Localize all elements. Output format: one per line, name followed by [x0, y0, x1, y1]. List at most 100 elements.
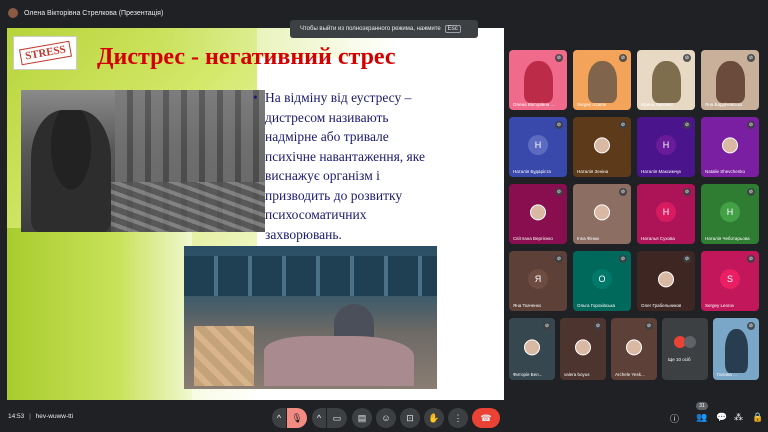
- participant-tile[interactable]: ⊘ valera boyus: [560, 318, 606, 380]
- participant-tile[interactable]: ⊘ Natalie Shevchenko: [701, 117, 759, 177]
- participant-tile[interactable]: ⊘ Наталія Зеніна: [573, 117, 631, 177]
- captions-icon: ▤: [357, 412, 367, 423]
- stress-logo: STRESS: [13, 36, 77, 70]
- bullet-marker: •: [253, 90, 258, 105]
- participant-tile[interactable]: Ще 10 осіб: [662, 318, 708, 380]
- participant-tile[interactable]: ⊘ Світлана Вергієнко: [509, 184, 567, 244]
- mic-muted-icon: ⊘: [555, 54, 563, 62]
- meeting-controls-bar: 14:53 | hev-wuww-tti ^ 🎙 ^ ▭ ▤ ☺ ⊡ ✋ ⋮ ☎…: [0, 402, 768, 432]
- more-participants-avatars: [684, 336, 696, 348]
- mic-options-button[interactable]: ^: [272, 408, 286, 428]
- info-icon[interactable]: ⓘ: [670, 412, 679, 425]
- bullet-line: захворювань.: [265, 226, 342, 242]
- bullet-line: На відміну від еустресу –: [265, 90, 412, 105]
- bullet-line: надмірне або тривале: [265, 129, 389, 144]
- mic-muted-icon: ⊘: [645, 322, 653, 330]
- participant-tile[interactable]: ⊘ Inna Фінюк: [573, 184, 631, 244]
- present-icon: ⊡: [406, 412, 414, 423]
- participant-video: [715, 60, 745, 103]
- mic-muted-icon: ⊘: [619, 54, 627, 62]
- more-vert-icon: ⋮: [453, 412, 463, 423]
- slide-bullet-text: • На відміну від еустресу – дистресом на…: [253, 88, 485, 244]
- participant-tile[interactable]: ⊘ Олег Грабельников: [637, 251, 695, 311]
- slide-title: Дистрес - негативний стрес: [97, 44, 396, 70]
- participant-tile[interactable]: Я ⊘ Яна Ткаченко: [509, 251, 567, 311]
- participant-photo-avatar: [524, 339, 540, 356]
- mic-muted-icon: ⊘: [747, 54, 755, 62]
- participant-tile[interactable]: ⊘ Галина ...: [713, 318, 759, 380]
- mic-off-button[interactable]: 🎙: [287, 408, 307, 428]
- participant-tile[interactable]: Н ⊘ Наталья Сухова: [637, 184, 695, 244]
- participant-tile[interactable]: Н ⊘ Наталія Бударіста: [509, 117, 567, 177]
- mic-muted-icon: ⊘: [619, 255, 627, 263]
- participant-name: Наталія Максимчук: [641, 169, 682, 174]
- participant-name: Наталія Зеніна: [577, 169, 609, 174]
- photo-boxes: [194, 326, 254, 386]
- photo-train: [184, 256, 437, 296]
- participant-tile[interactable]: ⊘ Archele Yesk...: [611, 318, 657, 380]
- clock: 14:53: [8, 413, 25, 420]
- emoji-button[interactable]: ☺: [376, 408, 396, 428]
- mic-muted-icon: ⊘: [747, 121, 755, 129]
- mic-muted-icon: ⊘: [747, 255, 755, 263]
- participant-initial-avatar: О: [592, 269, 612, 289]
- presentation-slide: STRESS Дистрес - негативний стрес • На в…: [7, 28, 504, 400]
- photo-metro-shelter: [184, 246, 437, 389]
- mic-muted-icon: ⊘: [683, 255, 691, 263]
- host-controls-icon[interactable]: 🔒: [752, 412, 763, 423]
- raise-hand-button[interactable]: ✋: [424, 408, 444, 428]
- more-options-button[interactable]: ⋮: [448, 408, 468, 428]
- captions-button[interactable]: ▤: [352, 408, 372, 428]
- participant-name: Inna Фінюк: [577, 236, 600, 241]
- participant-tile[interactable]: О ⊘ Ольга Горохівська: [573, 251, 631, 311]
- participant-tile[interactable]: Н ⊘ Наталія Чеботарьова: [701, 184, 759, 244]
- participant-initial-avatar: Я: [528, 269, 548, 289]
- bullet-line: психосоматичних: [265, 207, 367, 222]
- toast-text: Чтобы выйти из полноэкранного режима, на…: [300, 26, 441, 32]
- participant-name: Sergey Azarov: [577, 102, 607, 107]
- participant-name: Ще 10 осіб: [668, 357, 691, 362]
- bullet-line: психічне навантаження, яке: [265, 148, 425, 164]
- window-title: Олена Вікторівна Стрелкова (Презентація): [24, 9, 164, 17]
- participant-name: Галина ...: [717, 372, 737, 377]
- participant-initial-avatar: Н: [656, 202, 676, 222]
- participant-name: valera boyus: [564, 372, 590, 377]
- chat-icon[interactable]: 💬: [716, 412, 727, 423]
- participant-tile[interactable]: ⊘ Sergey Azarov: [573, 50, 631, 110]
- mic-muted-icon: ⊘: [683, 121, 691, 129]
- participant-name: Яна Бардічевська: [705, 102, 743, 107]
- participant-tile[interactable]: ⊘ Ирина Лисенко: [637, 50, 695, 110]
- participant-tile[interactable]: Н ⊘ Наталія Максимчук: [637, 117, 695, 177]
- mic-muted-icon: ⊘: [619, 121, 627, 129]
- people-icon[interactable]: 👥: [696, 412, 707, 423]
- participant-tile[interactable]: ⊘ Олена Вікторівна ...: [509, 50, 567, 110]
- presenter-avatar: [8, 8, 18, 18]
- participant-name: Світлана Вергієнко: [513, 236, 553, 241]
- participant-name: Наталія Чеботарьова: [705, 236, 750, 241]
- activities-icon[interactable]: ⁂: [734, 412, 743, 423]
- meeting-time: 14:53 | hev-wuww-tti: [8, 413, 74, 420]
- participant-photo-avatar: [722, 137, 738, 154]
- mic-muted-icon: ⊘: [555, 121, 563, 129]
- present-button[interactable]: ⊡: [400, 408, 420, 428]
- participant-tile[interactable]: ⊘ Яна Бардічевська: [701, 50, 759, 110]
- photo-rubble: [111, 182, 265, 232]
- mic-muted-icon: ⊘: [543, 322, 551, 330]
- participant-tile[interactable]: ⊘ Фиторія Бел...: [509, 318, 555, 380]
- participant-photo-avatar: [530, 204, 546, 221]
- participant-video: [587, 60, 617, 103]
- participant-photo-avatar: [658, 271, 674, 288]
- participant-tile[interactable]: S ⊘ Sergey Leorov: [701, 251, 759, 311]
- meeting-code: hev-wuww-tti: [35, 413, 74, 420]
- mic-muted-icon: ⊘: [683, 188, 691, 196]
- camera-options-button[interactable]: ^: [312, 408, 326, 428]
- participant-initial-avatar: S: [720, 269, 740, 289]
- participant-photo-avatar: [575, 339, 591, 356]
- leave-call-button[interactable]: ☎: [472, 408, 500, 428]
- participant-initial-avatar: Н: [656, 135, 676, 155]
- participant-name: Наталія Бударіста: [513, 169, 551, 174]
- participant-initial-avatar: Н: [528, 135, 548, 155]
- participant-photo-avatar: [626, 339, 642, 356]
- camera-button[interactable]: ▭: [327, 408, 347, 428]
- camera-icon: ▭: [332, 412, 342, 423]
